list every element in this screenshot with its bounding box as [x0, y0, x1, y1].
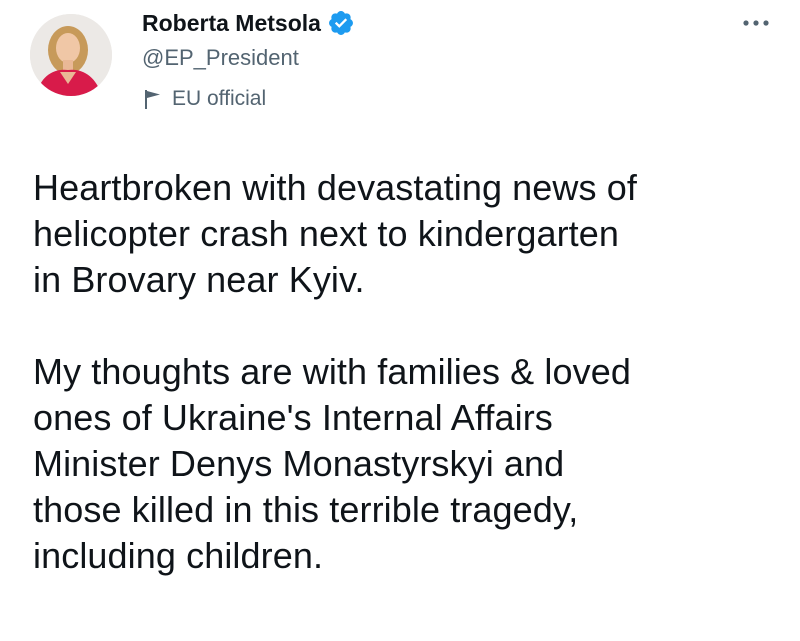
- name-row: Roberta Metsola: [142, 8, 662, 38]
- display-name[interactable]: Roberta Metsola: [142, 8, 321, 38]
- author-info: Roberta Metsola @EP_President EU officia…: [142, 8, 662, 112]
- profile-photo: [30, 14, 112, 96]
- verified-badge-icon: [327, 9, 355, 37]
- flag-icon: [144, 88, 162, 110]
- label-text: EU official: [172, 87, 267, 110]
- more-options-icon: [743, 20, 769, 26]
- avatar[interactable]: [30, 14, 112, 96]
- handle[interactable]: @EP_President: [142, 44, 662, 72]
- more-options-button[interactable]: [736, 8, 776, 38]
- tweet-text: Heartbroken with devastating news of hel…: [33, 167, 637, 576]
- tweet: Roberta Metsola @EP_President EU officia…: [0, 0, 800, 641]
- affiliation-label: EU official: [142, 86, 662, 112]
